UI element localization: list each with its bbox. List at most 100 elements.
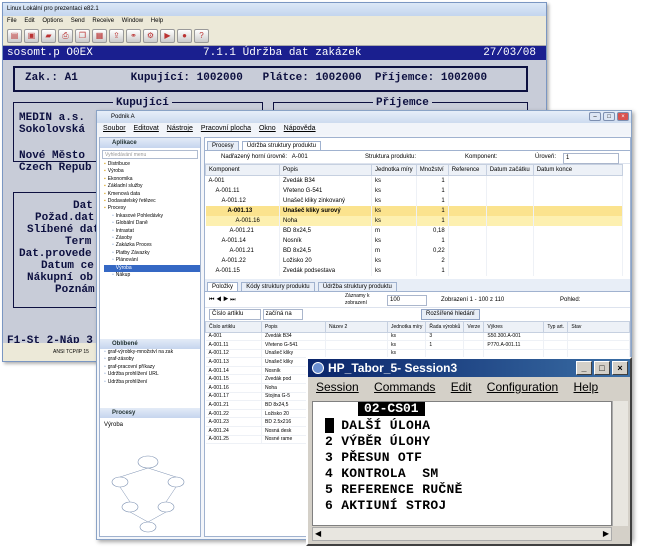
tree-item[interactable]: Zakázka Proces xyxy=(104,242,200,249)
record-icon[interactable]: ● xyxy=(177,28,192,43)
table-row[interactable]: A-001.14 Nosník ks 1 xyxy=(205,235,624,246)
subtab-udrzba[interactable]: Údržba struktury produktu xyxy=(317,281,397,291)
tree-item[interactable]: Inkasové Pohledávky xyxy=(104,213,200,220)
folder-icon[interactable]: ▰ xyxy=(41,28,56,43)
tree-item-selected[interactable]: Výroba xyxy=(104,264,200,273)
tree-item[interactable]: Nákup xyxy=(104,272,200,279)
subtab-kody[interactable]: Kódy struktury produktu xyxy=(241,281,315,291)
table-row[interactable]: A-001 Zvedák B34 ks 3 S50.300.A-001 xyxy=(205,332,630,342)
table-row[interactable]: A-001.11 Vřeteno G-541 ks 1 P770.A-001.11 xyxy=(205,340,630,350)
col-header[interactable]: Reference xyxy=(447,164,487,176)
menu-option[interactable]: 6 AKTIUNÍ STROJ xyxy=(325,498,447,513)
subtab-polozky[interactable]: Položky xyxy=(207,281,239,291)
menu-file[interactable]: File xyxy=(7,18,17,24)
col-header[interactable]: Jednotka míry xyxy=(371,164,417,176)
tree-item[interactable]: Výroba xyxy=(104,168,200,175)
menu-help[interactable]: Help xyxy=(151,18,163,24)
menu-edit[interactable]: Edit xyxy=(24,18,34,24)
session-screen[interactable]: 02-CS01 1 DALŠÍ ÚLOHA 2 VÝBĚR ÚLOHY 3 PŘ… xyxy=(312,401,612,526)
close-button[interactable]: × xyxy=(617,112,629,121)
filter-operator-select[interactable]: začíná na xyxy=(262,308,303,320)
col-header[interactable]: Číslo artiklu xyxy=(205,320,262,333)
favorite-item[interactable]: Údržba prohlížení URL xyxy=(104,371,200,378)
horizontal-scrollbar[interactable]: ◀ ▶ xyxy=(312,527,612,541)
menu-search-input[interactable]: Vyhledávání menu xyxy=(102,150,198,159)
col-header[interactable]: Popis xyxy=(279,164,372,176)
close-button[interactable]: × xyxy=(612,361,628,375)
maximize-button[interactable]: □ xyxy=(603,112,615,121)
table-row[interactable]: A-001.21 BD 8x24,5 m 0,22 xyxy=(205,245,624,256)
open-icon[interactable]: ▤ xyxy=(7,28,22,43)
nav-next-icon[interactable]: ▶ xyxy=(223,297,228,303)
tab-procesy[interactable]: Procesy xyxy=(207,141,239,150)
favorite-item[interactable]: graf-výrobky-množství na zak xyxy=(104,349,200,356)
nav-last-icon[interactable]: ⏭ xyxy=(230,297,235,303)
order-line[interactable]: Zak.: A1 Kupující: 1002000 Plátce: 10020… xyxy=(25,72,487,84)
col-header[interactable]: Výkres xyxy=(483,320,545,333)
filter-field-select[interactable]: Číslo artiklu xyxy=(209,308,261,320)
tree-item[interactable]: Kmenová data xyxy=(104,191,200,198)
menu-edit[interactable]: Edit xyxy=(451,380,472,394)
menu-option[interactable]: 2 VÝBĚR ÚLOHY xyxy=(325,434,430,449)
col-header[interactable]: Jednotka míry xyxy=(386,320,427,333)
table-row[interactable]: A-001.15 Zvedák podsestava ks 1 xyxy=(205,265,624,276)
menu-receive[interactable]: Receive xyxy=(92,18,114,24)
minimize-button[interactable]: – xyxy=(589,112,601,121)
menu-commands[interactable]: Commands xyxy=(374,380,435,394)
col-header[interactable]: Typ art. xyxy=(543,320,569,333)
menu-okno[interactable]: Okno xyxy=(259,125,276,132)
col-header[interactable]: Datum konce xyxy=(532,164,624,176)
level-select[interactable]: 1 xyxy=(563,153,619,164)
macro-icon[interactable]: ▶ xyxy=(160,28,175,43)
col-header[interactable]: Popis xyxy=(261,320,326,333)
scroll-right-icon[interactable]: ▶ xyxy=(603,529,609,538)
col-header[interactable]: Stav xyxy=(567,320,630,333)
table-row[interactable]: A-001.12 Unašeč kliky zinkovaný ks 1 xyxy=(205,195,624,206)
minimize-button[interactable]: _ xyxy=(576,361,592,375)
advanced-search-button[interactable]: Rozšířené hledání xyxy=(421,308,480,320)
table-row[interactable]: A-001.22 Ložisko 20 ks 2 xyxy=(205,255,624,266)
menu-option[interactable]: 4 KONTROLA SM xyxy=(325,466,438,481)
records-select[interactable]: 100 xyxy=(387,294,427,306)
save-icon[interactable]: ▣ xyxy=(24,28,39,43)
settings-icon[interactable]: ⚙ xyxy=(143,28,158,43)
table-row[interactable]: A-001.16 Noha ks 1 xyxy=(205,215,624,226)
menu-option[interactable]: 5 REFERENCE RUČNĚ xyxy=(325,482,463,497)
menu-napoveda[interactable]: Nápověda xyxy=(284,125,316,132)
menu-send[interactable]: Send xyxy=(71,18,85,24)
parent-value[interactable]: A-001 xyxy=(292,154,308,160)
tree-item[interactable]: Platby Závazky xyxy=(104,250,200,257)
menu-pracovni-plocha[interactable]: Pracovní plocha xyxy=(201,125,251,132)
menu-editovat[interactable]: Editovat xyxy=(134,125,159,132)
favorite-item[interactable]: graf-zásoby xyxy=(104,356,200,363)
col-header[interactable]: Datum začátku xyxy=(485,164,534,176)
favorite-item[interactable]: Údržba prohlížení xyxy=(104,379,200,386)
connect-icon[interactable]: ⚭ xyxy=(126,28,141,43)
menu-option[interactable]: 3 PŘESUN OTF xyxy=(325,450,422,465)
paste-icon[interactable]: ▦ xyxy=(92,28,107,43)
menu-help[interactable]: Help xyxy=(574,380,599,394)
tree-item[interactable]: Intrastat xyxy=(104,228,200,235)
menu-window[interactable]: Window xyxy=(122,18,143,24)
menu-session[interactable]: Session xyxy=(316,380,359,394)
tree-item[interactable]: Ekonomika xyxy=(104,176,200,183)
menu-soubor[interactable]: Soubor xyxy=(103,125,126,132)
tree-item[interactable]: Procesy xyxy=(104,205,200,212)
col-header[interactable]: Řada výrobků xyxy=(425,320,465,333)
col-header[interactable]: Množství xyxy=(415,164,449,176)
table-row[interactable]: A-001 Zvedák B34 ks 1 xyxy=(205,175,624,186)
menu-option[interactable]: 1 DALŠÍ ÚLOHA xyxy=(325,418,430,433)
table-row[interactable]: A-001.11 Vřeteno G-541 ks 1 xyxy=(205,185,624,196)
tree-item[interactable]: Plánování xyxy=(104,257,200,264)
tree-item[interactable]: Základní služby xyxy=(104,183,200,190)
table-row[interactable]: A-001.21 BD 8x24,5 m 0,18 xyxy=(205,225,624,236)
tree-item[interactable]: Zásoby xyxy=(104,235,200,242)
tree-item[interactable]: Dodavatelský řetězec xyxy=(104,198,200,205)
table-row-selected[interactable]: A-001.13 Unašeč kliky surový ks 1 xyxy=(205,205,624,216)
menu-options[interactable]: Options xyxy=(42,18,63,24)
col-header[interactable]: Komponent xyxy=(205,164,280,176)
scroll-left-icon[interactable]: ◀ xyxy=(315,529,321,538)
send-icon[interactable]: ⇪ xyxy=(109,28,124,43)
vertical-scrollbar[interactable] xyxy=(612,401,628,526)
tree-item[interactable]: Globální Daně xyxy=(104,220,200,227)
